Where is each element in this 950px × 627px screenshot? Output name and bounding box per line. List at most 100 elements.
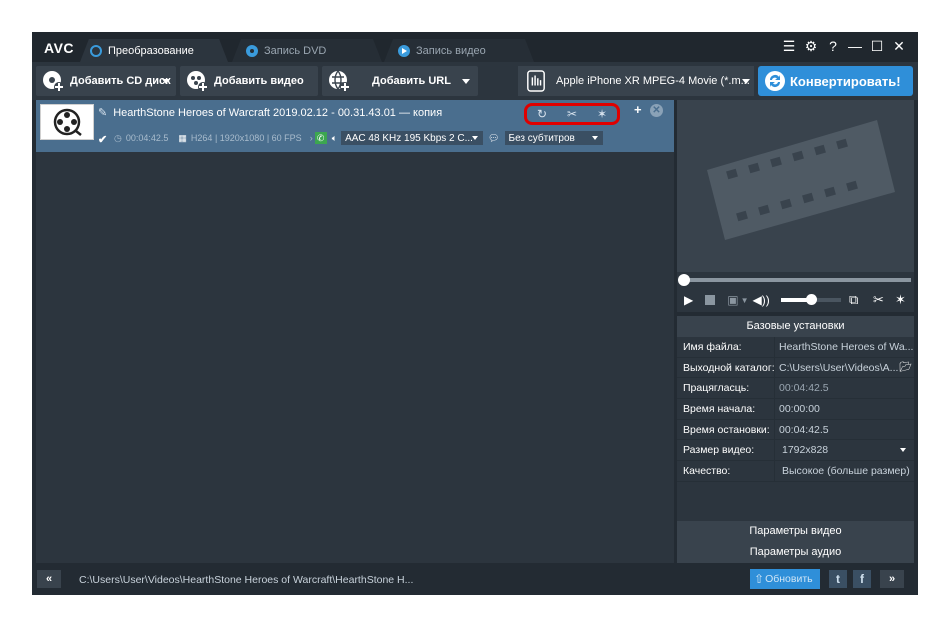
chevron-down-icon[interactable] [900,448,906,453]
file-list[interactable]: ✎ HearthStone Heroes of Warcraft 2019.02… [36,100,674,563]
app-logo: AVC [44,40,75,56]
film-add-icon [187,71,208,92]
output-path[interactable]: C:\Users\User\Videos\HearthStone Heroes … [79,574,413,586]
pencil-icon[interactable]: ✎ [98,106,107,119]
file-name[interactable]: ✎ HearthStone Heroes of Warcraft 2019.02… [98,106,443,120]
property-key: Время начала: [683,403,756,416]
player-controls: ▶ ▣ ▼ ◀︎)) ⧉ ✂ ✶ [677,288,914,312]
volume-icon[interactable]: ◀︎)) [753,293,770,307]
close-icon[interactable]: ✕ [892,38,906,54]
video-params-button[interactable]: Параметры видео [677,521,914,542]
property-row-start-time[interactable]: Время начала: 00:00:00 [677,399,914,420]
chevron-down-icon [591,136,598,140]
expand-right-button[interactable]: » [880,570,904,588]
property-row-quality[interactable]: Качество: Высокое (больше размер) [677,461,914,482]
effects-icon[interactable]: ✶ [895,292,906,308]
property-value-wrap[interactable]: 1792x828 [774,440,914,461]
property-value[interactable]: 00:00:00 [774,399,914,419]
menu-icon[interactable]: ☰ [782,38,796,54]
file-checkbox[interactable]: ✔ [98,133,109,146]
window-controls: ☰ ⚙ ? — ☐ ✕ [782,38,906,54]
property-key: Працягласць: [683,382,750,395]
property-value-wrap[interactable]: C:\Users\User\Videos\A... 📂︎ [774,357,914,378]
refresh-icon [90,44,102,57]
add-url-button[interactable]: Добавить URL [322,66,478,96]
subtitle-value: Без субтитров [508,132,575,144]
scissors-icon[interactable]: ✂ [873,292,884,308]
scissors-icon[interactable]: ✂ [567,107,577,121]
chevron-down-icon[interactable]: ▼ [741,296,749,305]
chevron-down-icon[interactable] [742,79,750,84]
list-item[interactable]: ✎ HearthStone Heroes of Warcraft 2019.02… [36,100,674,152]
property-row-video-size[interactable]: Размер видео: 1792x828 [677,440,914,462]
property-value-text: Высокое (больше размер) [782,465,910,478]
folder-icon[interactable]: 📂︎ [899,358,912,378]
twitter-icon[interactable]: t [829,570,847,588]
subtitle-icon: 💬︎ [488,132,500,143]
phone-icon: ✆ [314,132,327,144]
speaker-icon: 🔈︎ [331,132,338,143]
clock-icon: ◷ [114,132,122,143]
add-cd-label: Добавить CD диск [70,75,171,87]
gear-icon[interactable]: ⚙ [804,38,818,54]
audio-track-select[interactable]: AAC 48 KHz 195 Kbps 2 C... [341,131,484,145]
output-profile-select[interactable]: Apple iPhone XR MPEG-4 Movie (*.m... [518,66,754,96]
chevron-down-icon[interactable] [162,79,170,84]
remove-icon[interactable]: ✕ [650,104,663,117]
tab-burn-dvd[interactable]: Запись DVD [232,39,382,62]
cd-add-icon [43,71,64,92]
file-meta: ✔ ◷ 00:04:42.5 ▦ H264 | 1920x1080 | 60 F… [98,131,603,146]
chevron-down-icon[interactable] [462,79,470,84]
crop-icon[interactable]: ⧉ [849,292,858,308]
property-value[interactable]: 00:04:42.5 [774,419,914,440]
collapse-left-button[interactable]: « [37,570,61,588]
facebook-icon[interactable]: f [853,570,871,588]
video-preview [677,100,914,272]
tab-burn-dvd-label: Запись DVD [264,44,327,57]
tab-record-video[interactable]: Запись видео [384,39,534,62]
tab-convert-label: Преобразование [108,44,194,57]
disc-icon [246,44,258,57]
file-name-text: HearthStone Heroes of Warcraft 2019.02.1… [113,106,443,119]
rotate-icon[interactable]: ↻ [537,107,547,121]
add-cd-button[interactable]: Добавить CD диск [36,66,176,96]
camera-icon[interactable]: ▣ [727,293,738,307]
convert-icon [765,71,785,91]
volume-slider[interactable] [781,294,841,305]
toolbar: Добавить CD диск Добавить видео Добавить… [32,62,918,100]
stop-icon[interactable] [705,295,716,305]
property-key: Имя файла: [683,341,742,353]
settings-header[interactable]: Базовые установки [677,316,914,337]
effects-icon[interactable]: ✶ [597,107,607,121]
property-value: 00:04:42.5 [774,378,914,399]
convert-button[interactable]: Конвертировать! [758,66,913,96]
update-button[interactable]: ⇧ Обновить [750,569,820,589]
add-url-label: Добавить URL [372,75,451,87]
audio-params-button[interactable]: Параметры аудио [677,542,914,563]
tab-convert[interactable]: Преобразование [80,39,228,62]
property-row-stop-time[interactable]: Время остановки: 00:04:42.5 [677,419,914,441]
property-value[interactable]: Высокое (больше размер) [774,461,914,481]
seek-slider[interactable] [677,272,914,288]
record-icon [398,44,410,57]
subtitle-select[interactable]: Без субтитров [504,131,603,145]
film-icon: ▦ [178,132,187,143]
add-icon[interactable]: + [634,102,642,117]
maximize-icon[interactable]: ☐ [870,38,884,54]
property-value[interactable]: HearthStone Heroes of Wa... [774,337,914,357]
seek-track[interactable] [683,278,911,282]
volume-handle[interactable] [806,294,817,305]
phone-icon [527,70,545,92]
minimize-icon[interactable]: — [848,38,862,54]
play-icon[interactable]: ▶ [684,293,693,307]
help-icon[interactable]: ? [826,38,840,54]
property-row-filename[interactable]: Имя файла: HearthStone Heroes of Wa... [677,337,914,358]
add-video-button[interactable]: Добавить видео [180,66,318,96]
property-row-output-dir[interactable]: Выходной каталог: C:\Users\User\Videos\A… [677,357,914,379]
arrow-up-icon: ⇧ [754,572,765,586]
seek-handle[interactable] [678,274,690,286]
output-profile-label: Apple iPhone XR MPEG-4 Movie (*.m... [556,75,750,87]
video-info: H264 | 1920x1080 | 60 FPS [190,133,302,143]
row-tools-highlight: ↻ ✂ ✶ [524,103,620,125]
file-thumbnail [40,104,94,140]
